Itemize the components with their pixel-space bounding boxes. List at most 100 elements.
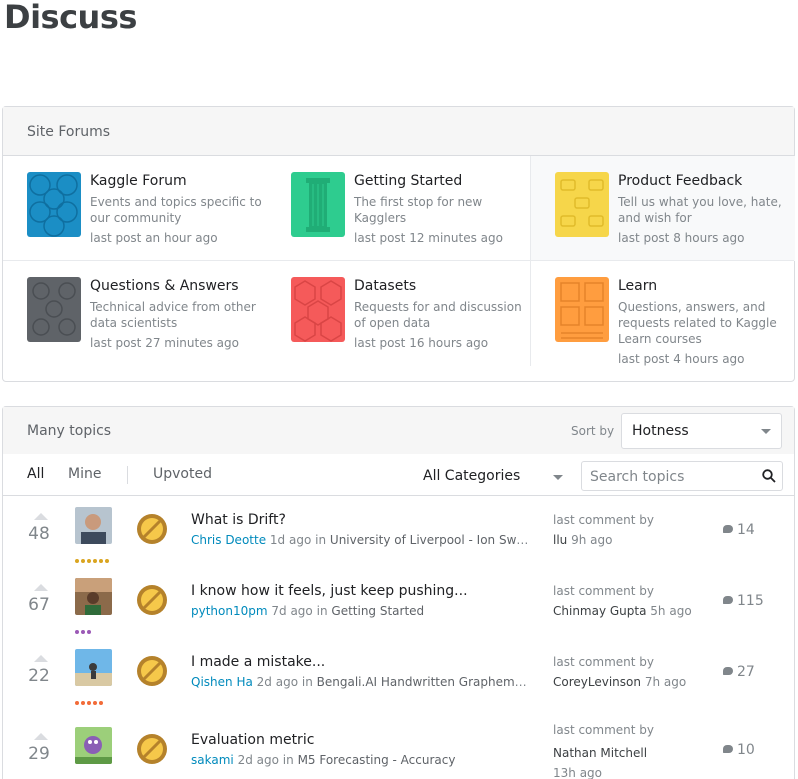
last-comment-user[interactable]: Chinmay Gupta <box>553 604 646 618</box>
sort-value: Hotness <box>632 423 689 439</box>
forum-last-post: last post 27 minutes ago <box>90 336 239 350</box>
last-comment-label: last comment by <box>553 655 655 669</box>
forum-description: Questions, answers, and requests related… <box>618 300 777 346</box>
topic-time: 1d ago <box>269 533 312 547</box>
last-comment-by: llu 9h ago <box>553 533 703 547</box>
topic-title[interactable]: What is Drift? <box>191 512 286 528</box>
topic-in: in <box>301 675 313 689</box>
forum-name[interactable]: Learn <box>618 277 793 295</box>
forum-divider <box>530 156 531 261</box>
topic-forum[interactable]: University of Liverpool - Ion Switc... <box>330 533 531 547</box>
forum-datasets[interactable]: Datasets Requests for and discussion of … <box>267 261 531 366</box>
last-comment-time: 9h ago <box>571 533 613 547</box>
forum-name[interactable]: Datasets <box>354 277 529 295</box>
topic-meta: python10pm 7d ago in Getting Started <box>191 604 424 618</box>
forum-questions-answers[interactable]: Questions & Answers Technical advice fro… <box>3 261 267 366</box>
forum-product-feedback[interactable]: Product Feedback Tell us what you love, … <box>531 156 795 261</box>
search-input[interactable]: Search topics <box>581 461 783 491</box>
topics-card: Many topics Sort by Hotness All Mine Upv… <box>2 406 795 779</box>
comment-count[interactable]: 27 <box>723 664 755 680</box>
last-comment-by: CoreyLevinson 7h ago <box>553 675 703 689</box>
topic-author[interactable]: Chris Deotte <box>191 533 266 547</box>
forum-name[interactable]: Kaggle Forum <box>90 172 265 190</box>
last-comment-by: Chinmay Gupta 5h ago <box>553 604 703 618</box>
last-comment-label: last comment by <box>553 584 655 598</box>
vote-count: 29 <box>28 744 50 764</box>
filter-bar: All Mine Upvoted All Categories Search t… <box>3 454 794 496</box>
last-comment-user[interactable]: CoreyLevinson <box>553 675 641 689</box>
topic-in: in <box>316 604 328 618</box>
last-comment-user[interactable]: llu <box>553 533 567 547</box>
upvote-icon[interactable] <box>34 733 48 740</box>
forum-description: Tell us what you love, hate, and wish fo… <box>618 195 782 225</box>
topic-in: in <box>282 753 294 767</box>
topic-row[interactable]: 29 Evaluation metric sakami 2d ago in M5… <box>3 711 794 779</box>
sort-label: Sort by <box>571 424 615 438</box>
avatar[interactable] <box>75 649 112 686</box>
forum-name[interactable]: Product Feedback <box>618 172 793 190</box>
topic-title[interactable]: I made a mistake... <box>191 654 325 670</box>
comment-count[interactable]: 10 <box>723 742 755 758</box>
sort-select[interactable]: Hotness <box>621 413 782 449</box>
category-select[interactable]: All Categories <box>423 468 520 484</box>
forum-getting-started[interactable]: Getting Started The first stop for new K… <box>267 156 531 261</box>
topic-meta: Chris Deotte 1d ago in University of Liv… <box>191 533 531 547</box>
upvote-icon[interactable] <box>34 513 48 520</box>
page-title: Discuss <box>4 0 137 36</box>
topic-meta: sakami 2d ago in M5 Forecasting - Accura… <box>191 753 455 767</box>
topic-author[interactable]: python10pm <box>191 604 268 618</box>
comment-icon <box>723 525 733 533</box>
comment-count[interactable]: 14 <box>723 522 755 538</box>
last-comment-label: last comment by <box>553 723 655 737</box>
topic-author[interactable]: Qishen Ha <box>191 675 253 689</box>
comment-count-value: 14 <box>737 522 755 538</box>
last-comment-user[interactable]: Nathan Mitchell <box>553 746 647 760</box>
tier-dots <box>75 690 105 705</box>
medal-icon <box>137 656 167 686</box>
vote-count: 48 <box>28 524 50 544</box>
comment-count[interactable]: 115 <box>723 593 764 609</box>
product-feedback-icon <box>555 172 609 237</box>
getting-started-icon <box>291 172 345 237</box>
forum-last-post: last post an hour ago <box>90 231 218 245</box>
last-comment-time: 13h ago <box>553 766 603 779</box>
topic-meta: Qishen Ha 2d ago in Bengali.AI Handwritt… <box>191 675 531 689</box>
datasets-icon <box>291 277 345 342</box>
forum-name[interactable]: Questions & Answers <box>90 277 265 295</box>
topic-row[interactable]: 67 I know how it feels, just keep pushin… <box>3 569 794 640</box>
topic-time: 2d ago <box>256 675 299 689</box>
tab-mine[interactable]: Mine <box>68 466 101 482</box>
avatar[interactable] <box>75 507 112 544</box>
forum-description: Requests for and discussion of open data <box>354 300 522 330</box>
forum-name[interactable]: Getting Started <box>354 172 529 190</box>
avatar[interactable] <box>75 727 112 764</box>
tab-upvoted[interactable]: Upvoted <box>153 466 212 482</box>
avatar[interactable] <box>75 578 112 615</box>
vote-count: 22 <box>28 666 50 686</box>
tab-all[interactable]: All <box>27 466 44 482</box>
topic-forum[interactable]: M5 Forecasting - Accuracy <box>298 753 456 767</box>
forum-last-post: last post 16 hours ago <box>354 336 489 350</box>
topic-row[interactable]: 22 I made a mistake... Qishen Ha 2d ago … <box>3 640 794 711</box>
topic-forum[interactable]: Bengali.AI Handwritten Grapheme Cl... <box>317 675 531 689</box>
topic-row[interactable]: 48 What is Drift? Chris Deotte 1d ago in… <box>3 498 794 569</box>
topic-title[interactable]: I know how it feels, just keep pushing..… <box>191 583 468 599</box>
chevron-down-icon[interactable] <box>553 475 563 480</box>
topic-forum[interactable]: Getting Started <box>331 604 424 618</box>
category-value: All Categories <box>423 468 521 484</box>
upvote-icon[interactable] <box>34 584 48 591</box>
medal-icon <box>137 514 167 544</box>
vote-count: 67 <box>28 595 50 615</box>
last-comment-label: last comment by <box>553 513 655 527</box>
comment-icon <box>723 667 733 675</box>
topic-time: 2d ago <box>237 753 279 767</box>
forum-learn[interactable]: Learn Questions, answers, and requests r… <box>531 261 795 366</box>
upvote-icon[interactable] <box>34 655 48 662</box>
forum-kaggle-forum[interactable]: Kaggle Forum Events and topics specific … <box>3 156 267 261</box>
search-icon[interactable] <box>762 469 776 483</box>
topics-header: Many topics Sort by Hotness <box>3 407 794 454</box>
questions-answers-icon <box>27 277 81 342</box>
forum-description: The first stop for new Kagglers <box>354 195 483 225</box>
topic-author[interactable]: sakami <box>191 753 234 767</box>
topic-title[interactable]: Evaluation metric <box>191 732 314 748</box>
